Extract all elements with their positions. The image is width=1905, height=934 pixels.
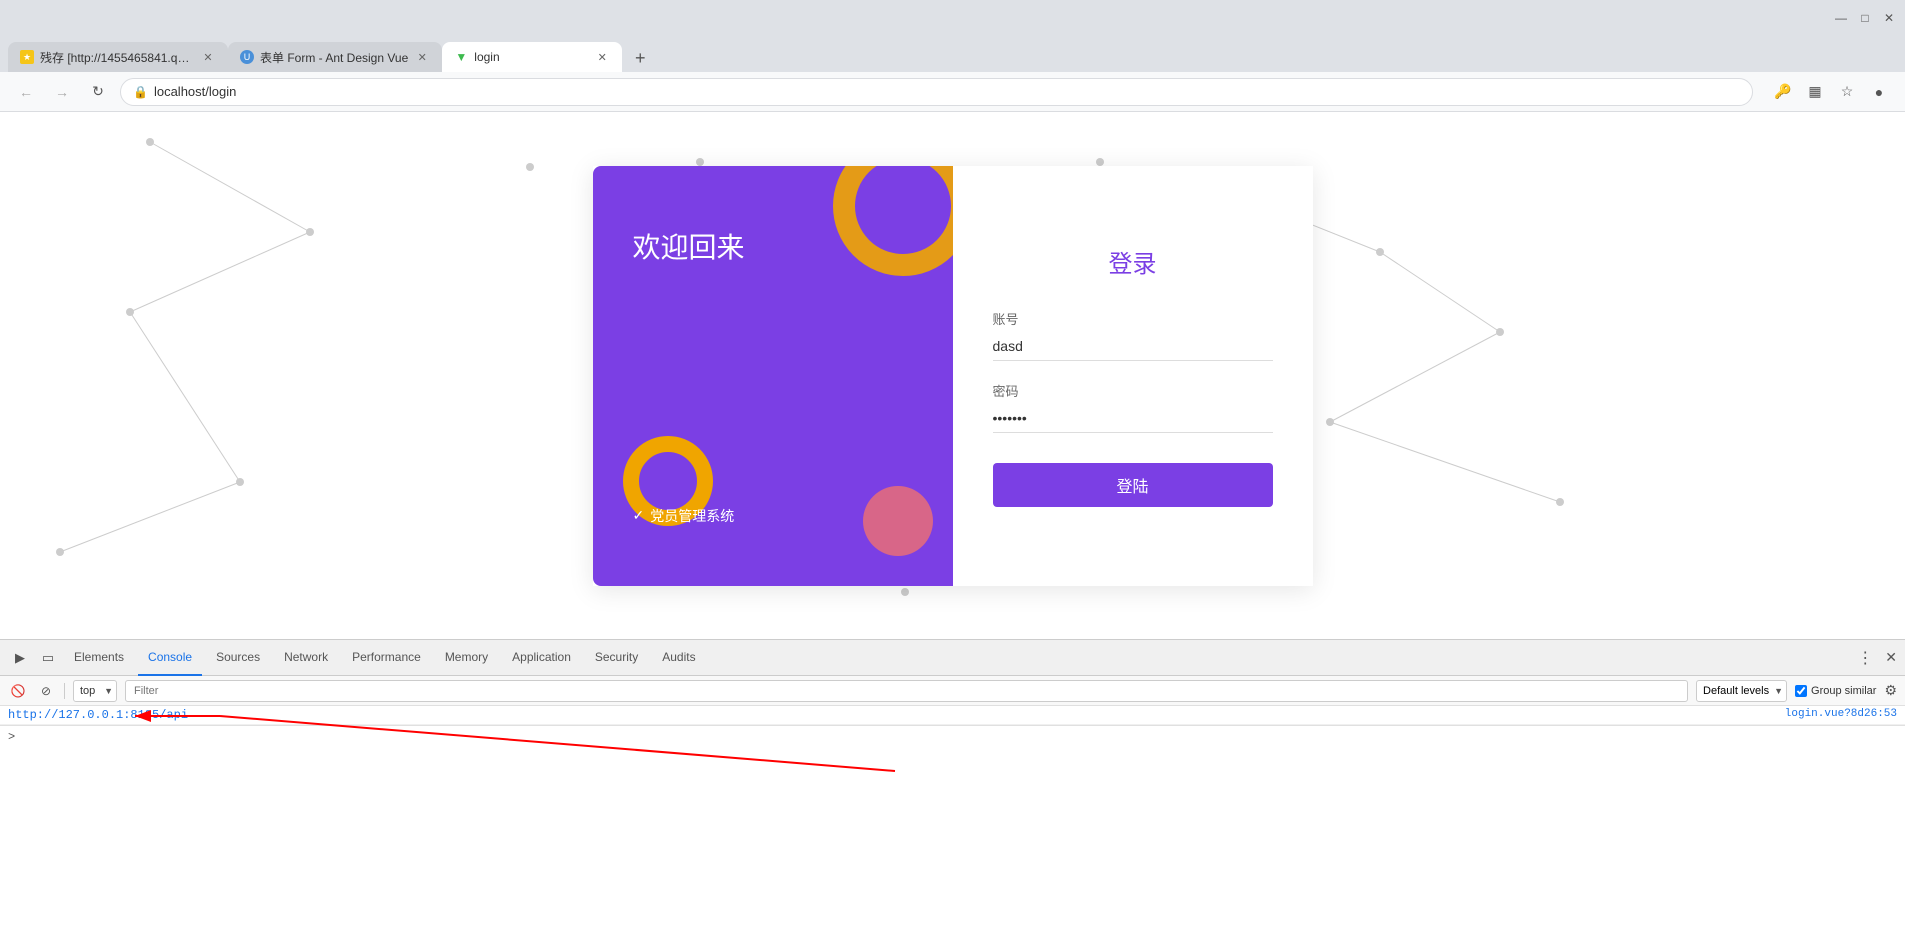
- devtools-tab-security[interactable]: Security: [585, 640, 648, 676]
- login-card: 欢迎回来 ✓ 党员管理系统 登录 账号 密码: [593, 166, 1313, 586]
- url-text: localhost/login: [154, 84, 1740, 99]
- console-entry-source[interactable]: login.vue?8d26:53: [1785, 708, 1897, 720]
- page-content: 欢迎回来 ✓ 党员管理系统 登录 账号 密码: [0, 112, 1905, 639]
- star-icon[interactable]: ☆: [1833, 78, 1861, 106]
- console-filter-toggle[interactable]: ⊘: [36, 681, 56, 701]
- devtools-tabs-bar: ▶ ▭ Elements Console Sources Network Per…: [0, 640, 1905, 676]
- password-label: 密码: [993, 381, 1273, 400]
- welcome-text: 欢迎回来: [633, 226, 913, 266]
- filter-input[interactable]: [125, 680, 1688, 702]
- devtools-device-btn[interactable]: ▭: [36, 646, 60, 670]
- system-name-text: 党员管理系统: [650, 506, 734, 526]
- levels-select-wrap: Default levels ▼: [1696, 680, 1787, 702]
- devtools-tab-application[interactable]: Application: [502, 640, 581, 676]
- back-btn[interactable]: ←: [12, 78, 40, 106]
- new-tab-btn[interactable]: +: [626, 44, 654, 72]
- console-entry-link[interactable]: http://127.0.0.1:8185/api: [8, 708, 188, 722]
- address-actions: 🔑 ▦ ☆ ●: [1769, 78, 1893, 106]
- console-entry-api: http://127.0.0.1:8185/api login.vue?8d26…: [0, 706, 1905, 725]
- group-similar-text: Group similar: [1811, 685, 1876, 697]
- tab-qzone[interactable]: ★ 残存 [http://1455465841.qzon... ✕: [8, 42, 228, 72]
- close-btn[interactable]: ✕: [1881, 10, 1897, 26]
- tabs-bar: ★ 残存 [http://1455465841.qzon... ✕ U 表单 F…: [0, 36, 1905, 72]
- tab-title-antdesign: 表单 Form - Ant Design Vue: [260, 49, 408, 66]
- account-label: 账号: [993, 309, 1273, 328]
- prompt-chevron-icon: >: [8, 730, 15, 744]
- group-similar-checkbox[interactable]: [1795, 685, 1807, 697]
- tab-login[interactable]: ▼ login ✕: [442, 42, 622, 72]
- login-page: 欢迎回来 ✓ 党员管理系统 登录 账号 密码: [0, 112, 1905, 639]
- console-content: http://127.0.0.1:8185/api login.vue?8d26…: [0, 706, 1905, 934]
- lens-icon[interactable]: ▦: [1801, 78, 1829, 106]
- title-bar: — □ ✕: [0, 0, 1905, 36]
- devtools-toolbar-right: ⋮ ✕: [1853, 648, 1897, 668]
- system-icon: ✓: [633, 507, 645, 524]
- console-toolbar: 🚫 ⊘ top ▼ Default levels ▼: [0, 676, 1905, 706]
- devtools-tab-performance[interactable]: Performance: [342, 640, 431, 676]
- url-lock-icon: 🔒: [133, 85, 148, 99]
- window-controls: — □ ✕: [1833, 10, 1897, 26]
- login-title: 登录: [1109, 244, 1157, 279]
- console-clear-btn[interactable]: 🚫: [8, 681, 28, 701]
- password-form-group: 密码: [993, 381, 1273, 433]
- devtools-tab-console[interactable]: Console: [138, 640, 202, 676]
- console-settings-btn[interactable]: ⚙: [1884, 682, 1897, 699]
- url-bar[interactable]: 🔒 localhost/login: [120, 78, 1753, 106]
- reload-btn[interactable]: ↻: [84, 78, 112, 106]
- devtools-inspect-btn[interactable]: ▶: [8, 646, 32, 670]
- tab-favicon-antdesign: U: [240, 50, 254, 64]
- tab-favicon-qzone: ★: [20, 50, 34, 64]
- console-prompt[interactable]: >: [0, 725, 1905, 748]
- account-input[interactable]: [993, 332, 1273, 361]
- forward-btn[interactable]: →: [48, 78, 76, 106]
- tab-close-login[interactable]: ✕: [594, 49, 610, 65]
- maximize-btn[interactable]: □: [1857, 10, 1873, 26]
- tab-antdesign[interactable]: U 表单 Form - Ant Design Vue ✕: [228, 42, 442, 72]
- context-select[interactable]: top: [73, 680, 117, 702]
- context-select-wrap: top ▼: [73, 680, 117, 702]
- address-bar: ← → ↻ 🔒 localhost/login 🔑 ▦ ☆ ●: [0, 72, 1905, 112]
- tab-close-antdesign[interactable]: ✕: [414, 49, 430, 65]
- profile-icon[interactable]: ●: [1865, 78, 1893, 106]
- tab-title-login: login: [474, 50, 588, 64]
- tab-close-qzone[interactable]: ✕: [200, 49, 216, 65]
- devtools-tab-network[interactable]: Network: [274, 640, 338, 676]
- system-name: ✓ 党员管理系统: [633, 506, 913, 526]
- browser-window: — □ ✕ ★ 残存 [http://1455465841.qzon... ✕ …: [0, 0, 1905, 934]
- key-icon[interactable]: 🔑: [1769, 78, 1797, 106]
- toolbar-separator: [64, 683, 65, 699]
- devtools-panel: ▶ ▭ Elements Console Sources Network Per…: [0, 639, 1905, 934]
- login-button[interactable]: 登陆: [993, 463, 1273, 507]
- devtools-close-btn[interactable]: ✕: [1885, 649, 1897, 666]
- minimize-btn[interactable]: —: [1833, 10, 1849, 26]
- devtools-tab-memory[interactable]: Memory: [435, 640, 498, 676]
- devtools-tab-sources[interactable]: Sources: [206, 640, 270, 676]
- devtools-tab-audits[interactable]: Audits: [652, 640, 705, 676]
- tab-title-qzone: 残存 [http://1455465841.qzon...: [40, 49, 194, 66]
- group-similar-label[interactable]: Group similar: [1795, 685, 1876, 697]
- devtools-more-btn[interactable]: ⋮: [1853, 648, 1877, 668]
- levels-select[interactable]: Default levels: [1696, 680, 1787, 702]
- devtools-tab-elements[interactable]: Elements: [64, 640, 134, 676]
- account-form-group: 账号: [993, 309, 1273, 361]
- password-input[interactable]: [993, 404, 1273, 433]
- tab-favicon-login: ▼: [454, 50, 468, 64]
- left-panel: 欢迎回来 ✓ 党员管理系统: [593, 166, 953, 586]
- right-panel: 登录 账号 密码 登陆: [953, 166, 1313, 586]
